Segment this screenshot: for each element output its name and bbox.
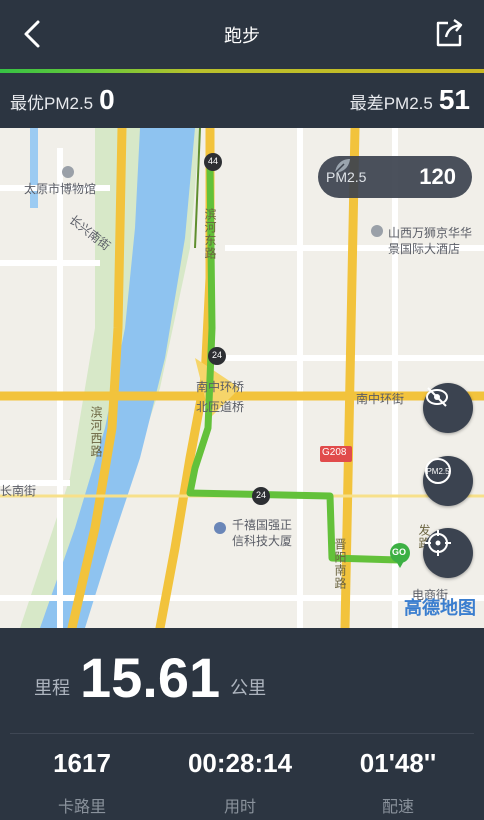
go-marker: GO	[392, 547, 407, 557]
pm-badge-icon: PM2.5	[425, 458, 451, 484]
calories-stat: 1617 卡路里	[22, 748, 142, 817]
route-map[interactable]: 太原市博物馆 长兴南街 滨河东路 滨河西路 南中环桥 北匝道桥 南中环街 山西万…	[0, 128, 484, 628]
road-badge-24-b: 24	[256, 490, 267, 500]
hide-track-button[interactable]	[423, 383, 473, 433]
pace-value: 01'48''	[359, 748, 437, 778]
map-label-interchange-1: 南中环桥	[196, 380, 245, 394]
pace-stat: 01'48'' 配速	[338, 748, 458, 817]
map-label-hotel-1: 山西万狮京华华	[388, 226, 473, 240]
map-label-building-1: 千禧国强正	[232, 518, 293, 532]
pm-best-value: 0	[99, 84, 115, 115]
svg-text:PM2.5: PM2.5	[426, 467, 450, 476]
map-label-left-street: 长南街	[0, 484, 37, 498]
pm-best: 最优PM2.5 0	[10, 86, 115, 114]
calories-label: 卡路里	[57, 799, 106, 816]
pm-reading-chip: PM2.5 120	[318, 156, 472, 198]
map-label-museum: 太原市博物馆	[24, 182, 97, 196]
map-label-binhe-west: 滨河西路	[89, 406, 103, 458]
map-label-interchange-2: 北匝道桥	[196, 400, 245, 414]
pm-worst: 最差PM2.5 51	[350, 86, 470, 114]
share-button[interactable]	[434, 17, 466, 49]
amap-logo: 高德地图	[404, 598, 476, 618]
map-label-south-ring: 南中环街	[356, 392, 405, 406]
duration-value: 00:28:14	[187, 748, 293, 778]
map-label-g208: G208	[322, 447, 347, 458]
eye-off-icon	[426, 387, 448, 407]
pm-best-label: 最优PM2.5	[10, 94, 94, 113]
map-label-hotel-2: 景国际大酒店	[388, 242, 461, 256]
pm-worst-value: 51	[438, 84, 470, 115]
top-bar: 跑步	[0, 0, 484, 68]
road-badge-44: 44	[208, 156, 219, 166]
page-title: 跑步	[224, 26, 260, 46]
distance-label: 里程	[34, 678, 70, 698]
pm-summary: 最优PM2.5 0 最差PM2.5 51	[0, 74, 484, 128]
pm-layer-button[interactable]: PM2.5	[423, 456, 473, 506]
distance-value: 15.61	[80, 646, 221, 709]
run-stats-panel: 里程 15.61 公里 1617 卡路里 00:28:14 用时 01'48''…	[0, 628, 484, 820]
stats-divider	[10, 733, 474, 734]
calories-value: 1617	[53, 748, 111, 778]
duration-stat: 00:28:14 用时	[180, 748, 300, 817]
road-badge-24-a: 24	[212, 350, 223, 360]
distance-unit: 公里	[230, 678, 267, 698]
distance-summary: 里程 15.61 公里	[34, 648, 266, 708]
pm-worst-label: 最差PM2.5	[349, 94, 433, 113]
leaf-icon	[334, 159, 350, 174]
locate-button[interactable]	[423, 528, 473, 578]
map-label-binhe-east: 滨河东路	[203, 208, 217, 260]
map-label-yang-nan: 晋阳南路	[333, 538, 347, 590]
share-icon	[436, 19, 463, 47]
pm-chip-value: 120	[419, 164, 456, 189]
crosshair-icon	[425, 530, 451, 556]
duration-label: 用时	[223, 799, 256, 816]
map-label-building-2: 信科技大厦	[232, 534, 293, 548]
pace-label: 配速	[381, 799, 414, 816]
